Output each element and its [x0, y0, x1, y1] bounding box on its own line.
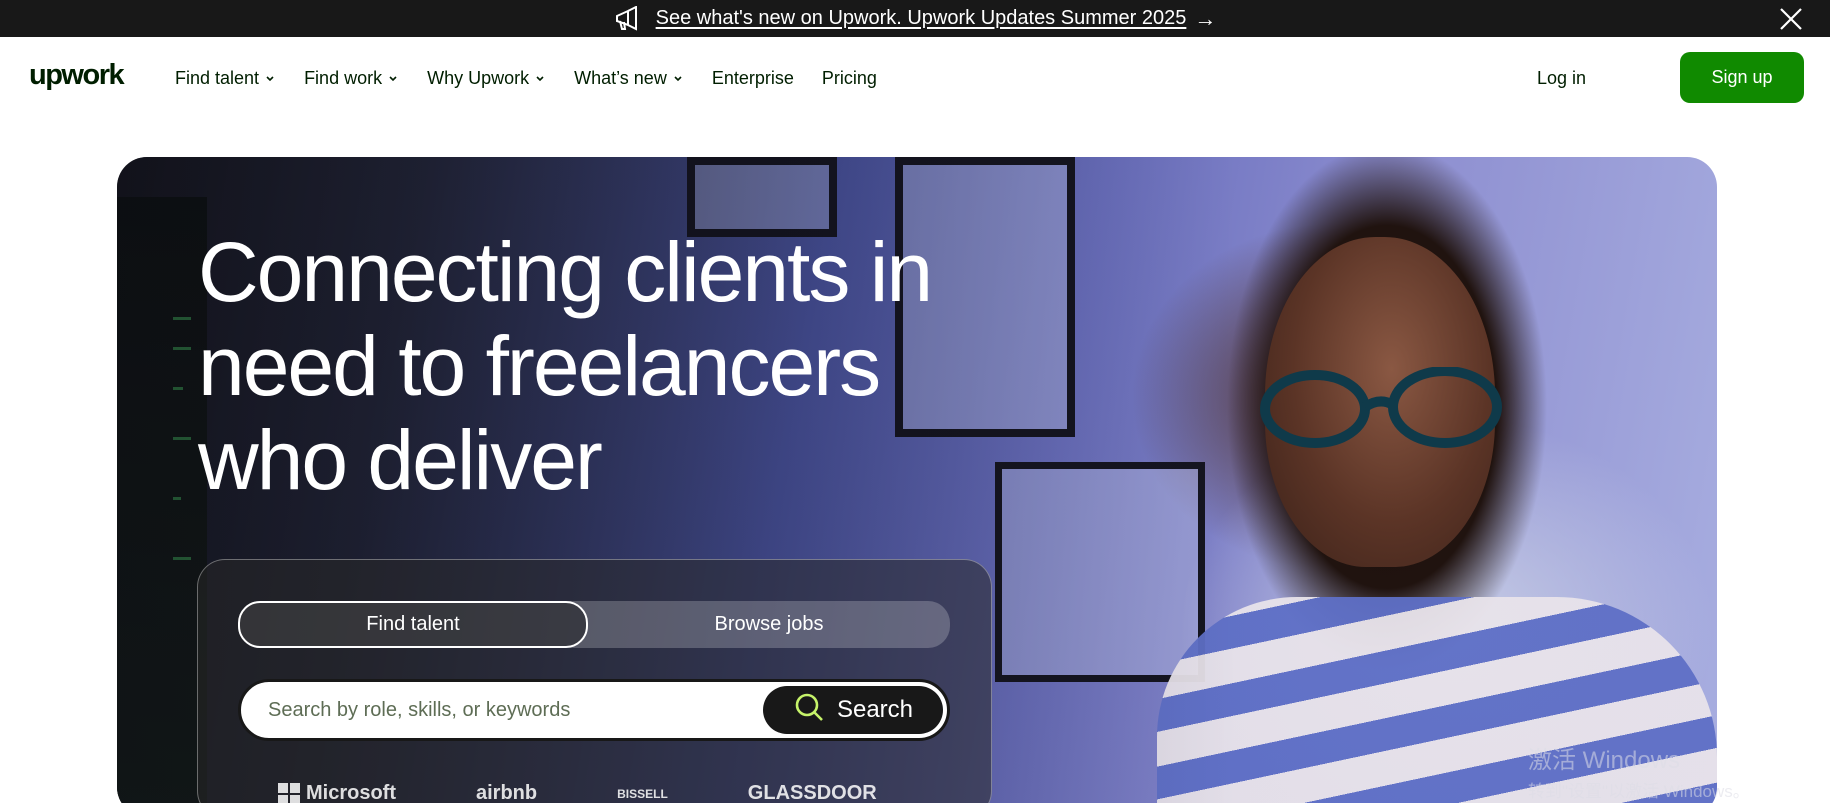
login-link[interactable]: Log in [1537, 68, 1586, 89]
megaphone-icon [614, 5, 642, 32]
windows-grid-icon [278, 782, 300, 803]
nav-item-label: Enterprise [711, 67, 794, 88]
announcement-content: See what's new on Upwork. Upwork Updates… [614, 5, 1217, 32]
search-button-label: Search [836, 696, 914, 723]
nav-item-label: Why Upwork [427, 67, 530, 88]
nav-item-label: What’s new [574, 67, 667, 88]
nav-pricing[interactable]: Pricing [822, 68, 877, 89]
trusted-by-logos: Microsoft airbnb BISSELL GLASSDOOR [278, 782, 877, 803]
arrow-right-icon: → [1194, 5, 1217, 31]
main-nav: upwork Find talent Find work Why Upwork … [0, 37, 1830, 119]
watermark-subtitle: 转到"设置"以激活 Windows。 [1528, 782, 1750, 801]
search-mode-toggle: Find talent Browse jobs [238, 601, 950, 648]
announcement-link[interactable]: See what's new on Upwork. Upwork Updates… [656, 7, 1187, 30]
windows-activation-watermark: 激活 Windows 转到"设置"以激活 Windows。 [1528, 740, 1750, 802]
nav-item-label: Find talent [175, 67, 260, 88]
headline-line: who deliver [198, 413, 603, 507]
nav-whats-new[interactable]: What’s new [574, 68, 684, 89]
signup-button[interactable]: Sign up [1680, 52, 1804, 103]
nav-why-upwork[interactable]: Why Upwork [427, 68, 546, 89]
nav-find-work[interactable]: Find work [304, 68, 399, 89]
chevron-down-icon [534, 72, 546, 84]
microsoft-logo: Microsoft [278, 782, 396, 803]
bissell-logo: BISSELL [617, 786, 668, 801]
close-icon[interactable] [1778, 6, 1804, 32]
chevron-down-icon [387, 72, 399, 84]
nav-find-talent[interactable]: Find talent [175, 68, 276, 89]
nav-enterprise[interactable]: Enterprise [712, 68, 794, 89]
nav-menu: Find talent Find work Why Upwork What’s … [175, 37, 905, 119]
chevron-down-icon [672, 72, 684, 84]
hero-headline: Connecting clients in need to freelancer… [198, 225, 1098, 507]
glassdoor-logo: GLASSDOOR [747, 782, 877, 803]
search-card: Find talent Browse jobs Search Microsoft… [197, 559, 992, 803]
upwork-logo[interactable]: upwork [29, 59, 125, 92]
watermark-title: 激活 Windows [1528, 747, 1681, 774]
airbnb-logo: airbnb [476, 782, 538, 803]
search-button[interactable]: Search [763, 686, 943, 734]
nav-item-label: Pricing [821, 67, 877, 88]
announcement-bar: See what's new on Upwork. Upwork Updates… [0, 0, 1830, 37]
tab-find-talent[interactable]: Find talent [238, 601, 588, 648]
chevron-down-icon [264, 72, 276, 84]
tab-browse-jobs[interactable]: Browse jobs [588, 601, 950, 648]
headline-line: Connecting clients in [198, 225, 933, 319]
search-input[interactable] [268, 698, 738, 722]
search-icon [793, 691, 825, 730]
search-bar: Search [238, 679, 950, 741]
nav-item-label: Find work [304, 67, 383, 88]
headline-line: need to freelancers [198, 319, 881, 413]
